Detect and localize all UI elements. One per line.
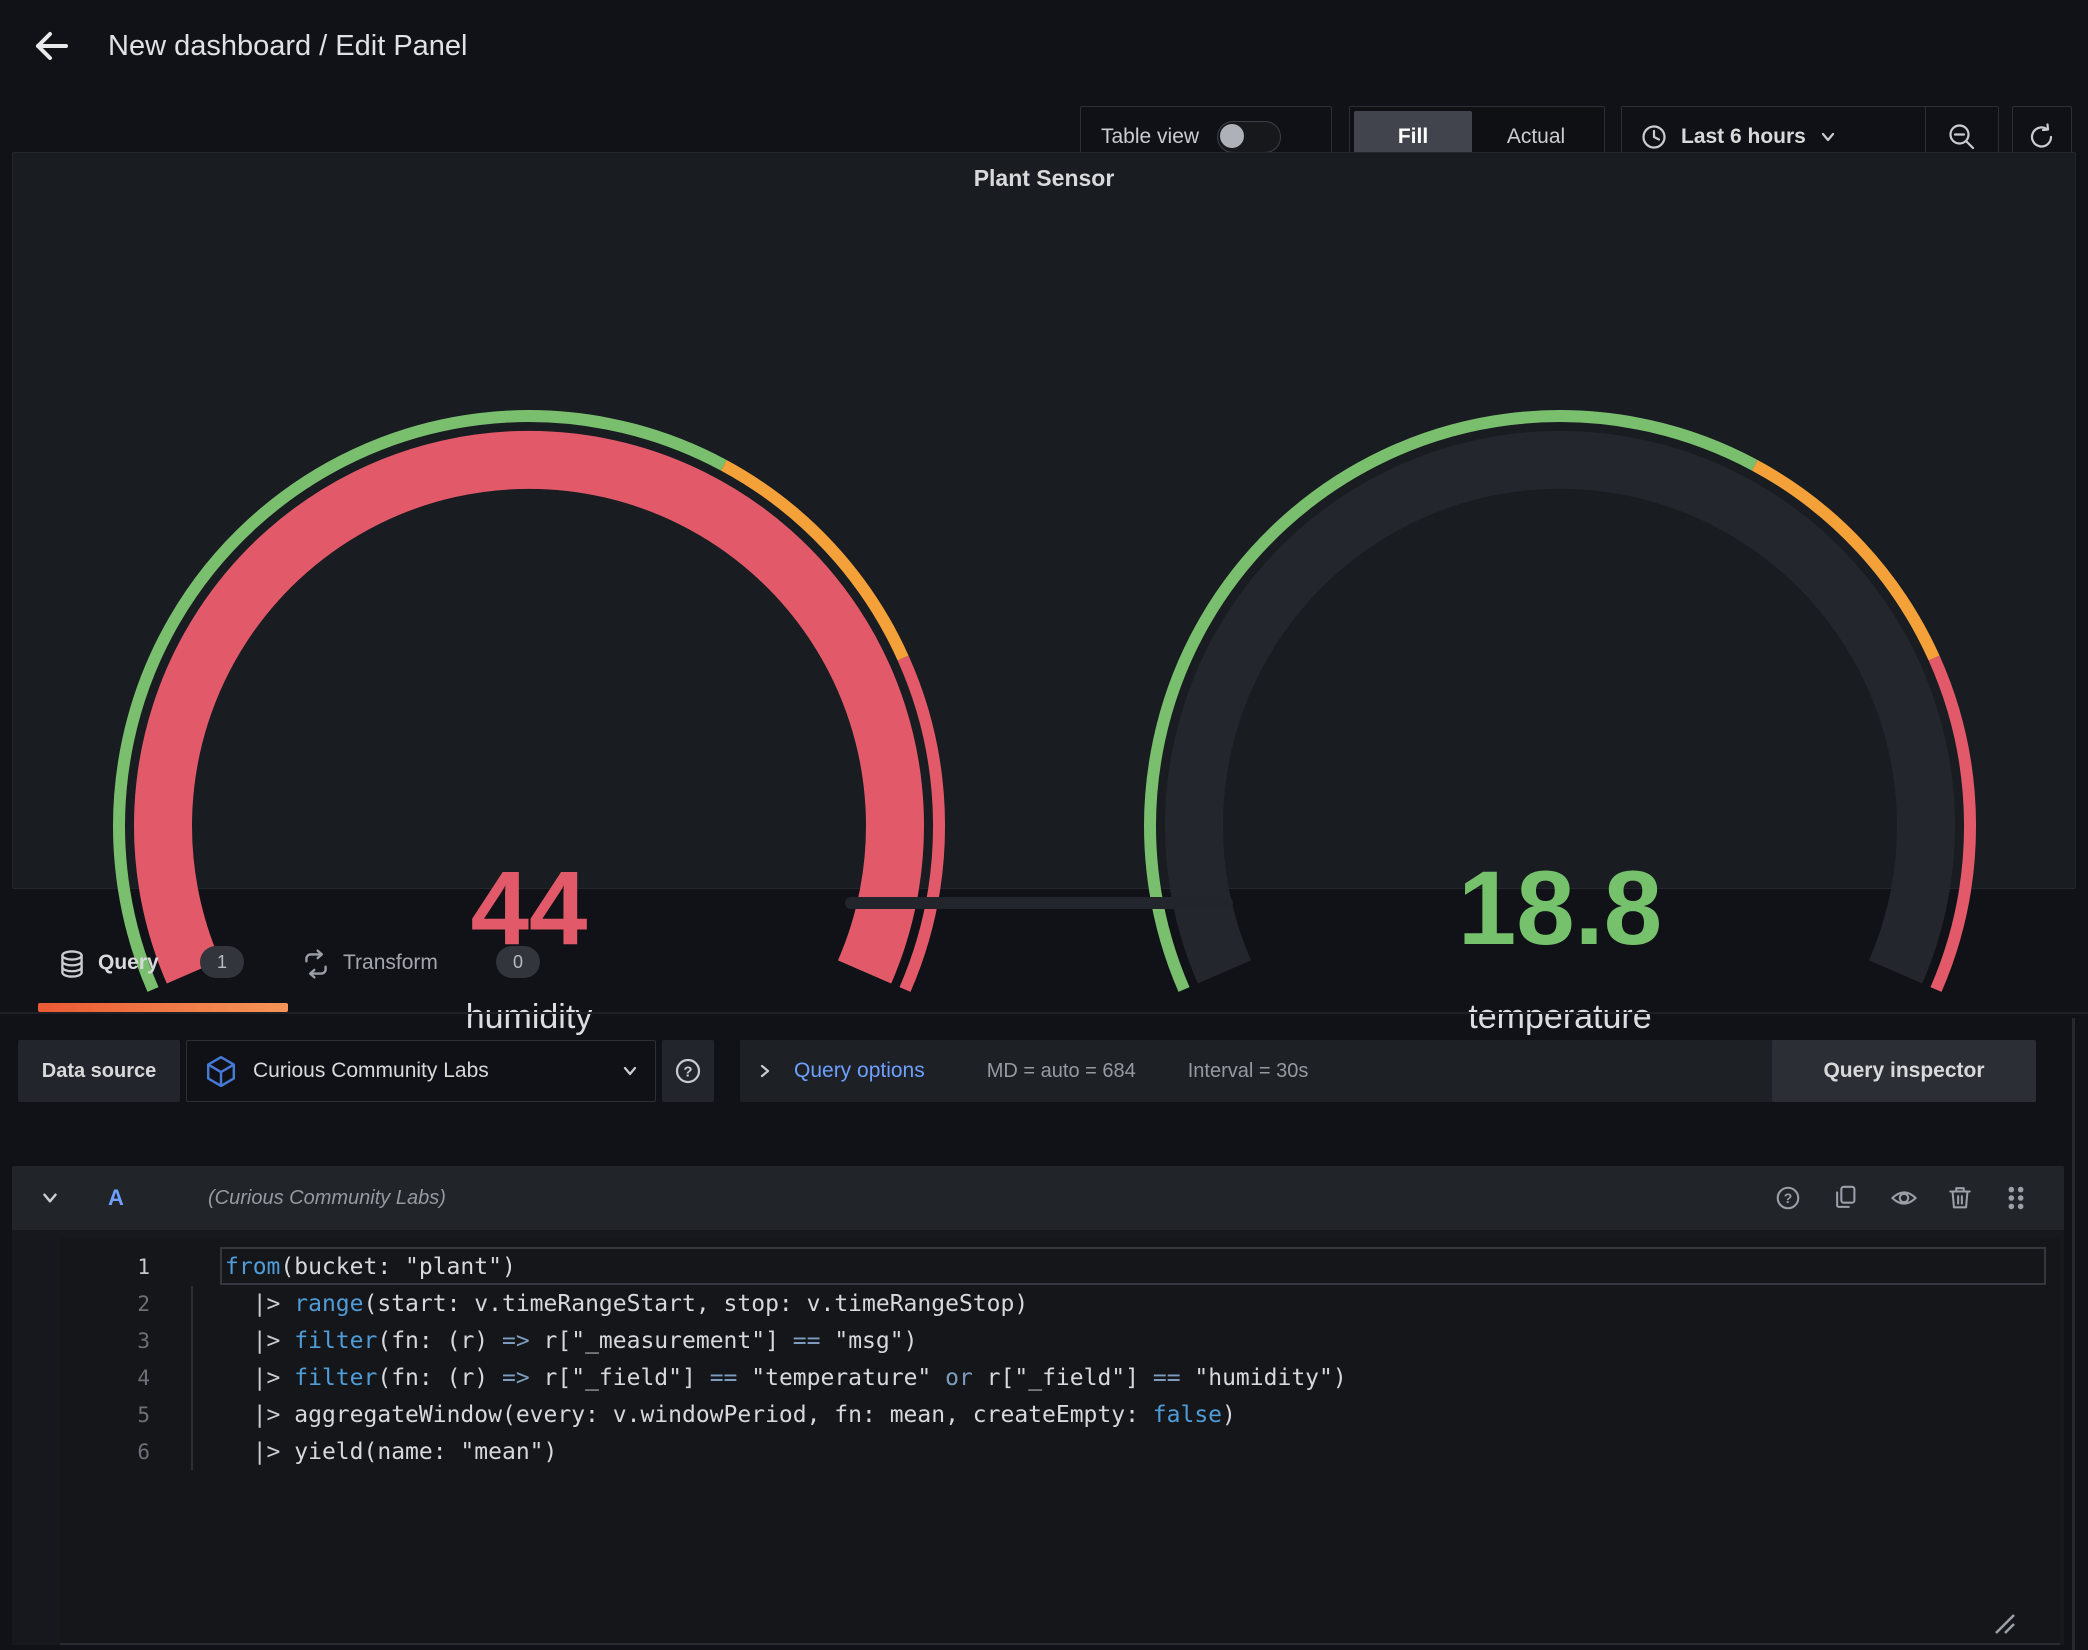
magnifier-minus-icon bbox=[1951, 126, 1974, 149]
drag-query-handle[interactable] bbox=[2002, 1184, 2030, 1212]
flux-code-editor[interactable]: 1from(bucket: "plant")2 |> range(start: … bbox=[60, 1238, 2060, 1645]
gauge-panel: Plant Sensor 44humidity 18.8temperature bbox=[12, 152, 2076, 889]
editor-resize-handle[interactable] bbox=[1990, 1609, 2016, 1635]
refresh-icon bbox=[2032, 125, 2051, 147]
query-row-header[interactable]: A (Curious Community Labs) ? bbox=[12, 1166, 2064, 1230]
interval-text: Interval = 30s bbox=[1188, 1060, 1309, 1083]
query-inspector-button[interactable]: Query inspector bbox=[1772, 1040, 2036, 1102]
svg-text:?: ? bbox=[683, 1064, 692, 1081]
time-range-value: Last 6 hours bbox=[1681, 125, 1806, 149]
transform-icon bbox=[300, 948, 332, 980]
code-line: 1from(bucket: "plant") bbox=[60, 1248, 2060, 1285]
datasource-field-label: Data source bbox=[18, 1040, 180, 1102]
trash-icon bbox=[1950, 1188, 1970, 1207]
query-datasource-hint: (Curious Community Labs) bbox=[208, 1166, 446, 1230]
scrollbar-track[interactable] bbox=[2072, 1018, 2075, 1650]
tabbar-divider bbox=[0, 1012, 2088, 1014]
code-line: 2 |> range(start: v.timeRangeStart, stop… bbox=[60, 1285, 2060, 1322]
max-data-points-text: MD = auto = 684 bbox=[987, 1060, 1136, 1083]
tab-transform[interactable]: Transform bbox=[343, 938, 438, 988]
grip-dots-icon bbox=[2002, 1184, 2030, 1212]
code-line: 5 |> aggregateWindow(every: v.windowPeri… bbox=[60, 1396, 2060, 1433]
code-line: 4 |> filter(fn: (r) => r["_field"] == "t… bbox=[60, 1359, 2060, 1396]
eye-icon bbox=[1892, 1192, 1915, 1203]
influxdb-datasource-icon bbox=[208, 1057, 234, 1086]
code-lines: 1from(bucket: "plant")2 |> range(start: … bbox=[60, 1248, 2060, 1470]
gauges-container: 44humidity 18.8temperature bbox=[13, 186, 2075, 888]
active-tab-underline bbox=[38, 1003, 288, 1012]
toggle-knob bbox=[1220, 124, 1244, 148]
transform-count-badge: 0 bbox=[496, 946, 540, 978]
toggle-visibility-button[interactable] bbox=[1890, 1184, 1918, 1212]
page-title: New dashboard / Edit Panel bbox=[108, 30, 468, 63]
table-view-label: Table view bbox=[1101, 125, 1199, 149]
query-ref-id: A bbox=[108, 1166, 124, 1230]
query-editor-row: A (Curious Community Labs) ? bbox=[12, 1166, 2064, 1645]
code-line: 6 |> yield(name: "mean") bbox=[60, 1433, 2060, 1470]
arrow-left-icon bbox=[38, 34, 66, 58]
chevron-down-icon bbox=[625, 1068, 635, 1074]
actual-mode-button[interactable]: Actual bbox=[1472, 125, 1600, 149]
code-line: 3 |> filter(fn: (r) => r["_measurement"]… bbox=[60, 1322, 2060, 1359]
panel-resize-handle[interactable] bbox=[845, 897, 1233, 909]
datasource-selected-value: Curious Community Labs bbox=[253, 1059, 605, 1083]
clock-icon bbox=[1644, 127, 1665, 148]
grafana-edit-panel: New dashboard / Edit Panel Table view Fi… bbox=[0, 0, 2088, 1650]
datasource-help-button[interactable]: ? bbox=[662, 1040, 714, 1102]
chevron-right-icon bbox=[762, 1066, 768, 1076]
svg-text:humidity: humidity bbox=[466, 998, 593, 1036]
gauge-temperature: 18.8temperature bbox=[1044, 186, 2075, 886]
database-icon bbox=[56, 948, 88, 980]
tab-query[interactable]: Query bbox=[98, 938, 159, 988]
datasource-select[interactable]: Curious Community Labs bbox=[186, 1040, 656, 1102]
copy-icon bbox=[1837, 1187, 1854, 1207]
query-count-badge: 1 bbox=[200, 946, 244, 978]
gauge-humidity: 44humidity bbox=[13, 186, 1044, 886]
query-options-toggle[interactable]: Query options bbox=[794, 1059, 925, 1083]
query-options-strip: Query options MD = auto = 684 Interval =… bbox=[740, 1040, 1796, 1102]
duplicate-query-button[interactable] bbox=[1832, 1184, 1860, 1212]
delete-query-button[interactable] bbox=[1946, 1184, 1974, 1212]
back-button[interactable] bbox=[30, 24, 74, 68]
collapse-chevron-icon[interactable] bbox=[40, 1188, 60, 1208]
svg-text:temperature: temperature bbox=[1468, 998, 1651, 1036]
table-view-toggle[interactable] bbox=[1217, 121, 1281, 153]
chevron-down-icon bbox=[1823, 134, 1833, 140]
query-help-button[interactable]: ? bbox=[1774, 1184, 1802, 1212]
svg-text:18.8: 18.8 bbox=[1458, 850, 1662, 967]
svg-text:?: ? bbox=[1784, 1190, 1793, 1206]
